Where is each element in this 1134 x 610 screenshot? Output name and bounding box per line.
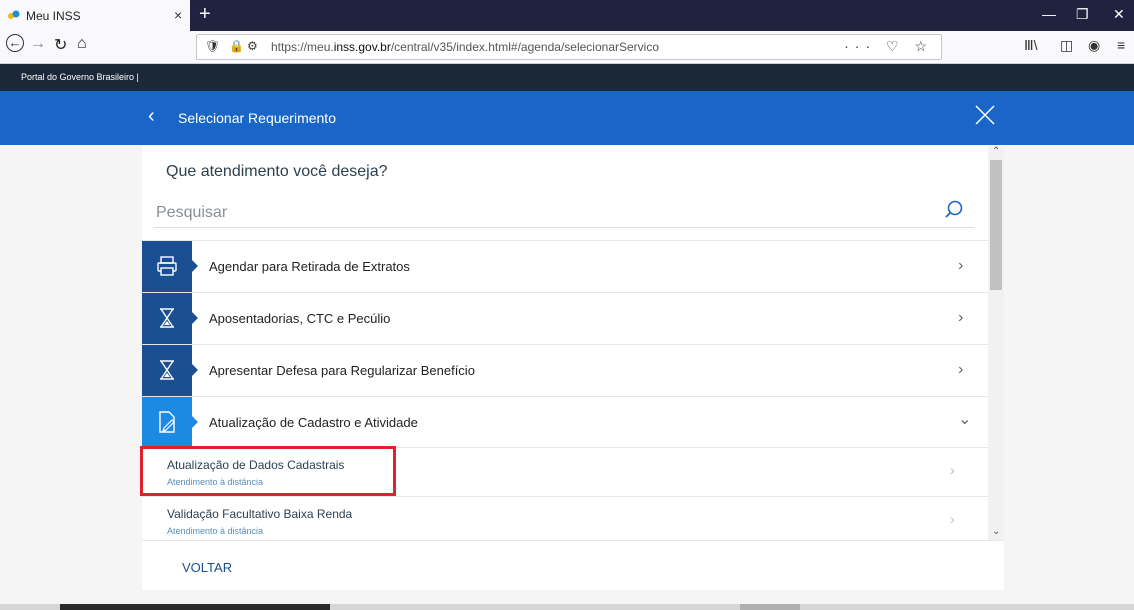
row-label: Aposentadorias, CTC e Pecúlio xyxy=(209,311,391,326)
gov-portal-link[interactable]: Portal do Governo Brasileiro | xyxy=(21,72,139,82)
search-input[interactable] xyxy=(154,198,974,228)
chevron-down-icon: ⌄ xyxy=(958,411,972,428)
row-label: Atualização de Cadastro e Atividade xyxy=(209,415,418,430)
service-row-defesa[interactable]: Apresentar Defesa para Regularizar Benef… xyxy=(142,344,988,396)
chevron-right-icon: › xyxy=(958,361,964,378)
menu-icon[interactable]: ≡ xyxy=(1117,37,1125,53)
row-icon-box xyxy=(142,345,192,396)
question-heading: Que atendimento você deseja? xyxy=(166,163,388,180)
browser-tab[interactable]: Meu INSS × xyxy=(0,0,190,31)
page-header: ‹ Selecionar Requerimento xyxy=(0,91,1134,145)
list-scrollbar[interactable]: ⌃ ⌄ xyxy=(988,146,1004,540)
row-icon-box xyxy=(142,241,192,292)
service-row-extratos[interactable]: Agendar para Retirada de Extratos › xyxy=(142,240,988,292)
browser-tab-bar: Meu INSS × + — ❐ ✕ xyxy=(0,0,1134,31)
shield-icon: 🛡 xyxy=(205,39,221,53)
voltar-button[interactable]: VOLTAR xyxy=(182,560,232,575)
gov-bar: Portal do Governo Brasileiro | xyxy=(0,64,1134,91)
service-card: Que atendimento você deseja? Agendar par… xyxy=(142,146,1004,590)
service-row-aposentadorias[interactable]: Aposentadorias, CTC e Pecúlio › xyxy=(142,292,988,344)
chevron-right-icon: › xyxy=(958,309,964,326)
url-text: https://meu.inss.gov.br/central/v35/inde… xyxy=(271,40,659,54)
chevron-right-icon: › xyxy=(950,462,955,478)
sidebar-icon[interactable]: ◫ xyxy=(1060,37,1073,54)
bottom-strip xyxy=(0,604,1134,610)
close-icon[interactable] xyxy=(974,104,996,126)
hourglass-icon xyxy=(160,360,174,380)
chevron-right-icon: › xyxy=(950,511,955,527)
hourglass-icon xyxy=(160,308,174,328)
row-icon-box xyxy=(142,397,192,448)
row-label: Agendar para Retirada de Extratos xyxy=(209,259,410,274)
printer-icon xyxy=(157,256,177,276)
scroll-down-icon[interactable]: ⌄ xyxy=(992,526,1000,537)
chevron-right-icon: › xyxy=(958,257,964,274)
window-close-button[interactable]: ✕ xyxy=(1113,6,1125,23)
lock-icon: 🔒 xyxy=(229,39,244,53)
row-notch xyxy=(192,416,198,428)
restore-button[interactable]: ❐ xyxy=(1076,6,1089,23)
library-icon[interactable]: Ⅲ\ xyxy=(1024,37,1038,54)
permissions-icon: ⚙ xyxy=(247,39,258,53)
account-icon[interactable]: ◉ xyxy=(1088,37,1100,54)
service-row-atualizacao[interactable]: Atualização de Cadastro e Atividade ⌄ xyxy=(142,396,988,448)
forward-button[interactable]: → xyxy=(30,35,46,53)
highlight-box xyxy=(140,446,396,496)
subitem-title: Validação Facultativo Baixa Renda xyxy=(167,507,353,521)
inss-favicon-icon xyxy=(8,10,20,19)
url-bar[interactable]: 🛡 🔒 ⚙ https://meu.inss.gov.br/central/v3… xyxy=(196,34,942,60)
row-notch xyxy=(192,364,198,376)
home-button[interactable]: ⌂ xyxy=(77,35,87,53)
back-button[interactable]: ← xyxy=(6,34,24,52)
tab-close-icon[interactable]: × xyxy=(174,7,182,23)
search-icon[interactable] xyxy=(944,200,964,220)
subitem-caption: Atendimento à distância xyxy=(167,526,264,536)
card-footer: VOLTAR xyxy=(142,540,1004,590)
row-icon-box xyxy=(142,293,192,344)
tab-title: Meu INSS xyxy=(26,9,81,23)
back-chevron-icon[interactable]: ‹ xyxy=(148,105,155,128)
row-notch xyxy=(192,312,198,324)
page-title: Selecionar Requerimento xyxy=(178,110,336,126)
subitem-baixa-renda[interactable]: Validação Facultativo Baixa Renda Atendi… xyxy=(142,496,988,540)
minimize-button[interactable]: — xyxy=(1042,6,1056,22)
browser-navbar: ← → ↻ ⌂ 🛡 🔒 ⚙ https://meu.inss.gov.br/ce… xyxy=(0,31,1134,64)
row-notch xyxy=(192,260,198,272)
page-actions[interactable]: ··· ♡ ☆ xyxy=(844,38,933,55)
scroll-thumb[interactable] xyxy=(990,160,1002,290)
reload-button[interactable]: ↻ xyxy=(54,35,67,55)
new-tab-button[interactable]: + xyxy=(199,3,211,26)
row-label: Apresentar Defesa para Regularizar Benef… xyxy=(209,363,475,378)
scroll-up-icon[interactable]: ⌃ xyxy=(992,146,1000,157)
edit-document-icon xyxy=(159,411,175,433)
